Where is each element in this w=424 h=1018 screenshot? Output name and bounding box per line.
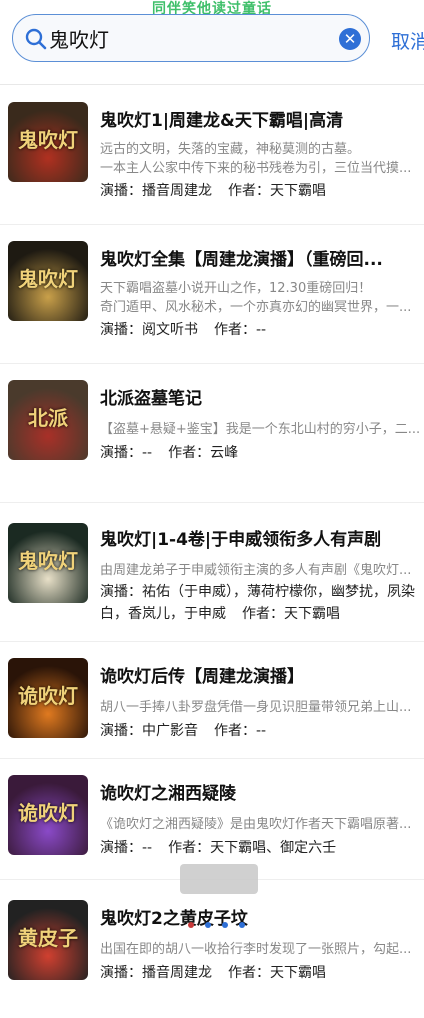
item-title: 诡吹灯之湘西疑陵 [100, 784, 236, 804]
item-title: 北派盗墓笔记 [100, 389, 202, 409]
cover-title: 黄皮子 [18, 926, 78, 950]
narrator-label: 演播： [100, 183, 142, 199]
list-item[interactable]: 诡吹灯 诡吹灯之湘西疑陵 《诡吹灯之湘西疑陵》是由鬼吹灯作者天下霸唱原著... … [0, 759, 424, 880]
narrator-label: 演播： [100, 723, 142, 739]
item-desc: 出国在即的胡八一收拾行李时发现了一张照片，勾起... [100, 942, 412, 957]
item-title: 鬼吹灯|1-4卷|于申威领衔多人有声剧 [100, 530, 382, 550]
loading-overlay [180, 864, 258, 894]
author-label: 作者： [214, 322, 256, 338]
item-meta: 演播：-- 作者：天下霸唱、御定六壬 [100, 837, 424, 859]
item-desc: 【盗墓+悬疑+鉴宝】我是一个东北山村的穷小子，二... [100, 422, 421, 437]
item-desc: 一本主人公家中传下来的秘书残卷为引，三位当代摸... [100, 161, 412, 176]
pager-dot [222, 922, 228, 928]
search-bar: ✕ [12, 14, 372, 62]
cover-image: 北派 [8, 380, 88, 460]
narrator-label: 演播： [100, 584, 142, 600]
narrator-label: 演播： [100, 322, 142, 338]
item-meta: 演播：-- 作者：云峰 [100, 442, 424, 464]
cover-title: 北派 [28, 406, 68, 430]
search-box[interactable]: ✕ [12, 14, 370, 62]
list-item[interactable]: 黄皮子 鬼吹灯2之黄皮子坟 出国在即的胡八一收拾行李时发现了一张照片，勾起...… [0, 880, 424, 1018]
author-name: 天下霸唱 [270, 183, 326, 199]
pager-dots [188, 913, 256, 932]
item-desc: 由周建龙弟子于申威领衔主演的多人有声剧《鬼吹灯... [100, 563, 412, 578]
item-desc: 《诡吹灯之湘西疑陵》是由鬼吹灯作者天下霸唱原著... [100, 817, 412, 832]
item-meta: 演播：祐佑（于申威），薄荷柠檬你，幽梦扰，夙染白，香岚儿，于申威 作者：天下霸唱 [100, 581, 424, 625]
author-label: 作者： [228, 183, 270, 199]
item-meta: 演播：播音周建龙 作者：天下霸唱 [100, 962, 424, 984]
cover-title: 诡吹灯 [18, 684, 78, 708]
author-label: 作者： [214, 723, 256, 739]
author-label: 作者： [168, 840, 211, 856]
pager-dot [188, 922, 194, 928]
author-name: 天下霸唱 [270, 965, 326, 981]
narrator-name: 阅文听书 [142, 322, 198, 338]
cover-image: 诡吹灯 [8, 658, 88, 738]
narrator-name: -- [142, 840, 153, 856]
cover-image: 鬼吹灯 [8, 241, 88, 321]
list-item[interactable]: 北派 北派盗墓笔记 【盗墓+悬疑+鉴宝】我是一个东北山村的穷小子，二... 演播… [0, 364, 424, 503]
cover-title: 鬼吹灯 [18, 549, 78, 573]
narrator-name: -- [142, 445, 153, 461]
search-icon [25, 28, 47, 50]
author-label: 作者： [228, 965, 270, 981]
cover-image: 黄皮子 [8, 900, 88, 980]
author-name: -- [256, 723, 267, 739]
item-desc: 远古的文明，失落的宝藏，神秘莫测的古墓。 [100, 142, 361, 157]
item-desc: 天下霸唱盗墓小说开山之作，12.30重磅回归！ [100, 281, 372, 296]
item-meta: 演播：播音周建龙 作者：天下霸唱 [100, 180, 424, 202]
author-name: 天下霸唱 [284, 606, 340, 622]
item-title: 鬼吹灯全集【周建龙演播】（重磅回... [100, 250, 383, 270]
pager-dot [205, 922, 211, 928]
narrator-name: 播音周建龙 [142, 965, 212, 981]
author-label: 作者： [168, 445, 211, 461]
item-meta: 演播：中广影音 作者：-- [100, 720, 424, 742]
cover-image: 诡吹灯 [8, 775, 88, 855]
cancel-button[interactable]: 取消 [391, 27, 424, 54]
item-title: 鬼吹灯1|周建龙&天下霸唱|高清 [100, 111, 344, 131]
cover-image: 鬼吹灯 [8, 523, 88, 603]
narrator-name: 播音周建龙 [142, 183, 212, 199]
item-desc: 胡八一手捧八卦罗盘凭借一身见识胆量带领兄弟上山... [100, 700, 412, 715]
cover-image: 鬼吹灯 [8, 102, 88, 182]
list-item[interactable]: 鬼吹灯 鬼吹灯全集【周建龙演播】（重磅回... 天下霸唱盗墓小说开山之作，12.… [0, 225, 424, 364]
list-item[interactable]: 鬼吹灯 鬼吹灯1|周建龙&天下霸唱|高清 远古的文明，失落的宝藏，神秘莫测的古墓… [0, 86, 424, 225]
item-title: 诡吹灯后传【周建龙演播】 [100, 667, 304, 687]
item-meta: 演播：阅文听书 作者：-- [100, 319, 424, 341]
pager-dot [239, 922, 245, 928]
author-name: 云峰 [210, 445, 239, 461]
narrator-label: 演播： [100, 840, 142, 856]
cover-title: 鬼吹灯 [18, 267, 78, 291]
author-name: -- [256, 322, 267, 338]
list-item[interactable]: 诡吹灯 诡吹灯后传【周建龙演播】 胡八一手捧八卦罗盘凭借一身见识胆量带领兄弟上山… [0, 642, 424, 759]
narrator-label: 演播： [100, 445, 142, 461]
author-name: 天下霸唱、御定六壬 [210, 840, 337, 856]
list-item[interactable]: 鬼吹灯 鬼吹灯|1-4卷|于申威领衔多人有声剧 由周建龙弟子于申威领衔主演的多人… [0, 503, 424, 642]
cover-title: 诡吹灯 [18, 801, 78, 825]
narrator-name: 中广影音 [142, 723, 198, 739]
item-desc: 奇门遁甲、风水秘术，一个亦真亦幻的幽冥世界，一... [100, 300, 412, 315]
search-input[interactable] [49, 23, 339, 53]
header-divider [0, 84, 424, 85]
item-title: 鬼吹灯2之黄皮子坟 [100, 909, 248, 929]
author-label: 作者： [242, 606, 284, 622]
narrator-label: 演播： [100, 965, 142, 981]
clear-icon[interactable]: ✕ [339, 28, 361, 50]
cover-title: 鬼吹灯 [18, 128, 78, 152]
